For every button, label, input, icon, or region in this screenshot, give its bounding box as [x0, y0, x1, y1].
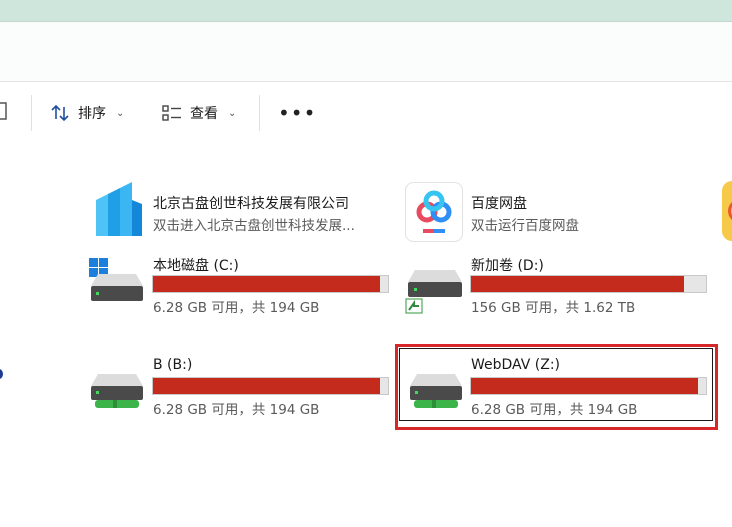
- view-list-icon: [162, 105, 181, 121]
- drive-space: 6.28 GB 可用，共 194 GB: [153, 402, 320, 418]
- drive-space: 156 GB 可用，共 1.62 TB: [471, 300, 636, 316]
- view-label: 查看: [190, 106, 218, 122]
- toolbar-separator: [31, 95, 32, 131]
- drive-name: 本地磁盘 (C:): [153, 258, 239, 274]
- command-bar: 排序 ⌄ 查看 ⌄: [0, 83, 732, 143]
- drive-icon: [405, 270, 462, 314]
- usage-bar: [152, 275, 389, 293]
- usage-bar: [470, 275, 707, 293]
- drive-tile-d[interactable]: 新加卷 (D:) 156 GB 可用，共 1.62 TB: [405, 252, 710, 316]
- sort-icon: [51, 104, 69, 122]
- gupan-app-icon: [96, 182, 142, 236]
- baidu-netdisk-icon: [405, 182, 463, 242]
- toolbar-separator: [259, 95, 260, 131]
- chevron-down-icon: ⌄: [116, 107, 125, 119]
- usage-bar: [152, 377, 389, 395]
- app-subtitle: 双击运行百度网盘: [471, 218, 579, 234]
- windows-drive-icon: [89, 258, 143, 301]
- chevron-down-icon: ⌄: [228, 107, 237, 119]
- app-tile-baidu-netdisk[interactable]: 百度网盘 双击运行百度网盘: [405, 180, 705, 244]
- app-subtitle: 双击进入北京古盘创世科技发展...: [153, 218, 355, 234]
- view-button[interactable]: 查看 ⌄: [162, 99, 236, 127]
- partial-app-icon[interactable]: [722, 181, 732, 241]
- drive-name: 新加卷 (D:): [471, 258, 544, 274]
- drive-tile-c[interactable]: 本地磁盘 (C:) 6.28 GB 可用，共 194 GB: [88, 252, 393, 316]
- usage-bar-fill: [153, 378, 381, 394]
- app-name: 百度网盘: [471, 196, 527, 212]
- usage-bar-fill: [471, 276, 684, 292]
- app-tile-gupan[interactable]: 北京古盘创世科技发展有限公司 双击进入北京古盘创世科技发展...: [88, 180, 388, 244]
- nav-pane-edge-icon: [0, 369, 3, 379]
- more-options-button[interactable]: •••: [278, 101, 316, 125]
- highlight-box: [395, 344, 718, 430]
- drive-name: B (B:): [153, 357, 193, 373]
- copy-icon[interactable]: [0, 100, 12, 122]
- title-bar-strip: [0, 0, 732, 22]
- usage-bar-fill: [153, 276, 381, 292]
- address-bar-area: [0, 22, 732, 82]
- drive-space: 6.28 GB 可用，共 194 GB: [153, 300, 320, 316]
- app-name: 北京古盘创世科技发展有限公司: [153, 196, 349, 212]
- network-drive-icon: [91, 374, 143, 408]
- sort-button[interactable]: 排序 ⌄: [50, 99, 124, 127]
- sort-label: 排序: [78, 106, 106, 122]
- drive-tile-b[interactable]: B (B:) 6.28 GB 可用，共 194 GB: [88, 354, 393, 418]
